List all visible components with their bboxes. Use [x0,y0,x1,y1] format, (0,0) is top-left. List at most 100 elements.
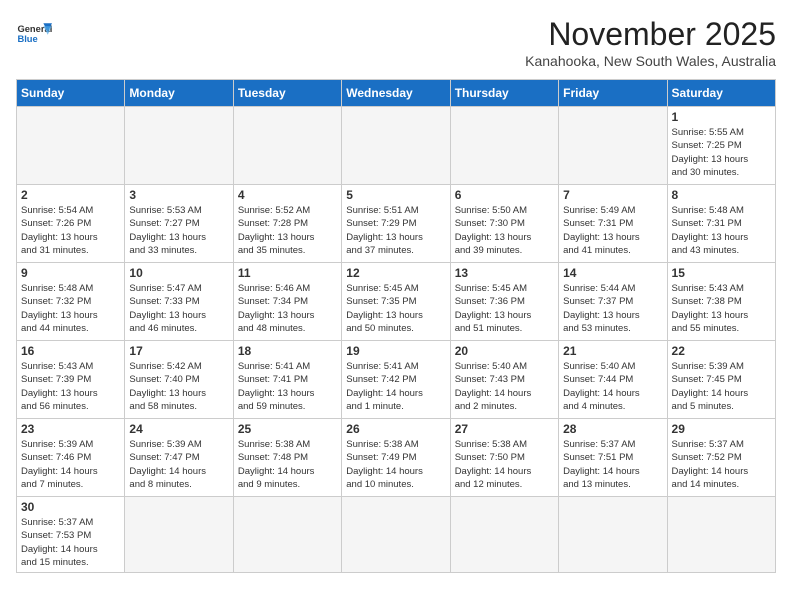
week-row-4: 16 Sunrise: 5:43 AM Sunset: 7:39 PM Dayli… [17,341,776,419]
day-number: 4 [238,188,337,202]
day-cell: 18 Sunrise: 5:41 AM Sunset: 7:41 PM Dayli… [233,341,341,419]
day-cell: 13Sunrise: 5:45 AM Sunset: 7:36 PM Dayli… [450,263,558,341]
day-info: Sunrise: 5:39 AM Sunset: 7:46 PM Dayligh… [21,438,120,491]
day-number: 6 [455,188,554,202]
week-row-6: 30 Sunrise: 5:37 AM Sunset: 7:53 PM Dayli… [17,497,776,573]
day-cell: 12Sunrise: 5:45 AM Sunset: 7:35 PM Dayli… [342,263,450,341]
day-cell: 27Sunrise: 5:38 AM Sunset: 7:50 PM Dayli… [450,419,558,497]
weekday-header-thursday: Thursday [450,80,558,107]
weekday-header-wednesday: Wednesday [342,80,450,107]
day-cell [125,107,233,185]
week-row-1: 1Sunrise: 5:55 AM Sunset: 7:25 PM Daylig… [17,107,776,185]
weekday-header-saturday: Saturday [667,80,775,107]
day-number: 3 [129,188,228,202]
day-cell [559,497,667,573]
day-cell: 17Sunrise: 5:42 AM Sunset: 7:40 PM Dayli… [125,341,233,419]
week-row-2: 2Sunrise: 5:54 AM Sunset: 7:26 PM Daylig… [17,185,776,263]
weekday-header-row: SundayMondayTuesdayWednesdayThursdayFrid… [17,80,776,107]
day-number: 22 [672,344,771,358]
location-title: Kanahooka, New South Wales, Australia [525,53,776,69]
day-cell: 20 Sunrise: 5:40 AM Sunset: 7:43 PM Dayli… [450,341,558,419]
header: General Blue November 2025 Kanahooka, Ne… [16,16,776,69]
day-number: 20 [455,344,554,358]
day-cell [450,497,558,573]
day-cell: 19Sunrise: 5:41 AM Sunset: 7:42 PM Dayli… [342,341,450,419]
day-cell: 23 Sunrise: 5:39 AM Sunset: 7:46 PM Dayli… [17,419,125,497]
logo-icon: General Blue [16,16,52,52]
day-number: 21 [563,344,662,358]
day-cell [17,107,125,185]
day-info: Sunrise: 5:37 AM Sunset: 7:53 PM Dayligh… [21,516,120,569]
day-number: 17 [129,344,228,358]
day-info: Sunrise: 5:53 AM Sunset: 7:27 PM Dayligh… [129,204,228,257]
day-info: Sunrise: 5:43 AM Sunset: 7:38 PM Dayligh… [672,282,771,335]
day-info: Sunrise: 5:38 AM Sunset: 7:50 PM Dayligh… [455,438,554,491]
logo: General Blue [16,16,52,52]
day-number: 25 [238,422,337,436]
day-info: Sunrise: 5:41 AM Sunset: 7:41 PM Dayligh… [238,360,337,413]
day-number: 8 [672,188,771,202]
weekday-header-sunday: Sunday [17,80,125,107]
weekday-header-monday: Monday [125,80,233,107]
day-cell [342,107,450,185]
day-cell: 16 Sunrise: 5:43 AM Sunset: 7:39 PM Dayli… [17,341,125,419]
day-cell: 2Sunrise: 5:54 AM Sunset: 7:26 PM Daylig… [17,185,125,263]
day-number: 16 [21,344,120,358]
day-info: Sunrise: 5:39 AM Sunset: 7:47 PM Dayligh… [129,438,228,491]
day-number: 23 [21,422,120,436]
day-info: Sunrise: 5:49 AM Sunset: 7:31 PM Dayligh… [563,204,662,257]
day-info: Sunrise: 5:54 AM Sunset: 7:26 PM Dayligh… [21,204,120,257]
day-cell: 3 Sunrise: 5:53 AM Sunset: 7:27 PM Daylig… [125,185,233,263]
day-number: 10 [129,266,228,280]
week-row-3: 9Sunrise: 5:48 AM Sunset: 7:32 PM Daylig… [17,263,776,341]
day-info: Sunrise: 5:38 AM Sunset: 7:48 PM Dayligh… [238,438,337,491]
day-number: 28 [563,422,662,436]
day-cell: 10 Sunrise: 5:47 AM Sunset: 7:33 PM Dayli… [125,263,233,341]
weekday-header-friday: Friday [559,80,667,107]
day-cell [125,497,233,573]
day-info: Sunrise: 5:52 AM Sunset: 7:28 PM Dayligh… [238,204,337,257]
day-number: 29 [672,422,771,436]
day-cell: 21 Sunrise: 5:40 AM Sunset: 7:44 PM Dayli… [559,341,667,419]
day-cell: 22Sunrise: 5:39 AM Sunset: 7:45 PM Dayli… [667,341,775,419]
day-info: Sunrise: 5:37 AM Sunset: 7:51 PM Dayligh… [563,438,662,491]
day-info: Sunrise: 5:43 AM Sunset: 7:39 PM Dayligh… [21,360,120,413]
day-number: 30 [21,500,120,514]
week-row-5: 23 Sunrise: 5:39 AM Sunset: 7:46 PM Dayli… [17,419,776,497]
day-cell: 11 Sunrise: 5:46 AM Sunset: 7:34 PM Dayli… [233,263,341,341]
day-info: Sunrise: 5:47 AM Sunset: 7:33 PM Dayligh… [129,282,228,335]
day-cell: 9Sunrise: 5:48 AM Sunset: 7:32 PM Daylig… [17,263,125,341]
day-info: Sunrise: 5:40 AM Sunset: 7:44 PM Dayligh… [563,360,662,413]
weekday-header-tuesday: Tuesday [233,80,341,107]
day-number: 19 [346,344,445,358]
day-number: 15 [672,266,771,280]
day-cell [233,497,341,573]
title-area: November 2025 Kanahooka, New South Wales… [525,16,776,69]
day-info: Sunrise: 5:48 AM Sunset: 7:32 PM Dayligh… [21,282,120,335]
day-number: 5 [346,188,445,202]
calendar: SundayMondayTuesdayWednesdayThursdayFrid… [16,79,776,573]
day-number: 14 [563,266,662,280]
day-cell: 24Sunrise: 5:39 AM Sunset: 7:47 PM Dayli… [125,419,233,497]
day-cell [450,107,558,185]
day-info: Sunrise: 5:40 AM Sunset: 7:43 PM Dayligh… [455,360,554,413]
day-cell: 8 Sunrise: 5:48 AM Sunset: 7:31 PM Daylig… [667,185,775,263]
day-cell [233,107,341,185]
day-number: 26 [346,422,445,436]
day-info: Sunrise: 5:48 AM Sunset: 7:31 PM Dayligh… [672,204,771,257]
day-cell: 6Sunrise: 5:50 AM Sunset: 7:30 PM Daylig… [450,185,558,263]
day-number: 7 [563,188,662,202]
day-info: Sunrise: 5:46 AM Sunset: 7:34 PM Dayligh… [238,282,337,335]
day-cell: 26 Sunrise: 5:38 AM Sunset: 7:49 PM Dayli… [342,419,450,497]
day-cell: 29Sunrise: 5:37 AM Sunset: 7:52 PM Dayli… [667,419,775,497]
day-cell: 1Sunrise: 5:55 AM Sunset: 7:25 PM Daylig… [667,107,775,185]
day-cell: 15 Sunrise: 5:43 AM Sunset: 7:38 PM Dayli… [667,263,775,341]
day-number: 18 [238,344,337,358]
day-info: Sunrise: 5:51 AM Sunset: 7:29 PM Dayligh… [346,204,445,257]
day-number: 11 [238,266,337,280]
day-info: Sunrise: 5:38 AM Sunset: 7:49 PM Dayligh… [346,438,445,491]
day-cell: 7 Sunrise: 5:49 AM Sunset: 7:31 PM Daylig… [559,185,667,263]
day-cell: 30 Sunrise: 5:37 AM Sunset: 7:53 PM Dayli… [17,497,125,573]
day-info: Sunrise: 5:45 AM Sunset: 7:35 PM Dayligh… [346,282,445,335]
day-info: Sunrise: 5:45 AM Sunset: 7:36 PM Dayligh… [455,282,554,335]
